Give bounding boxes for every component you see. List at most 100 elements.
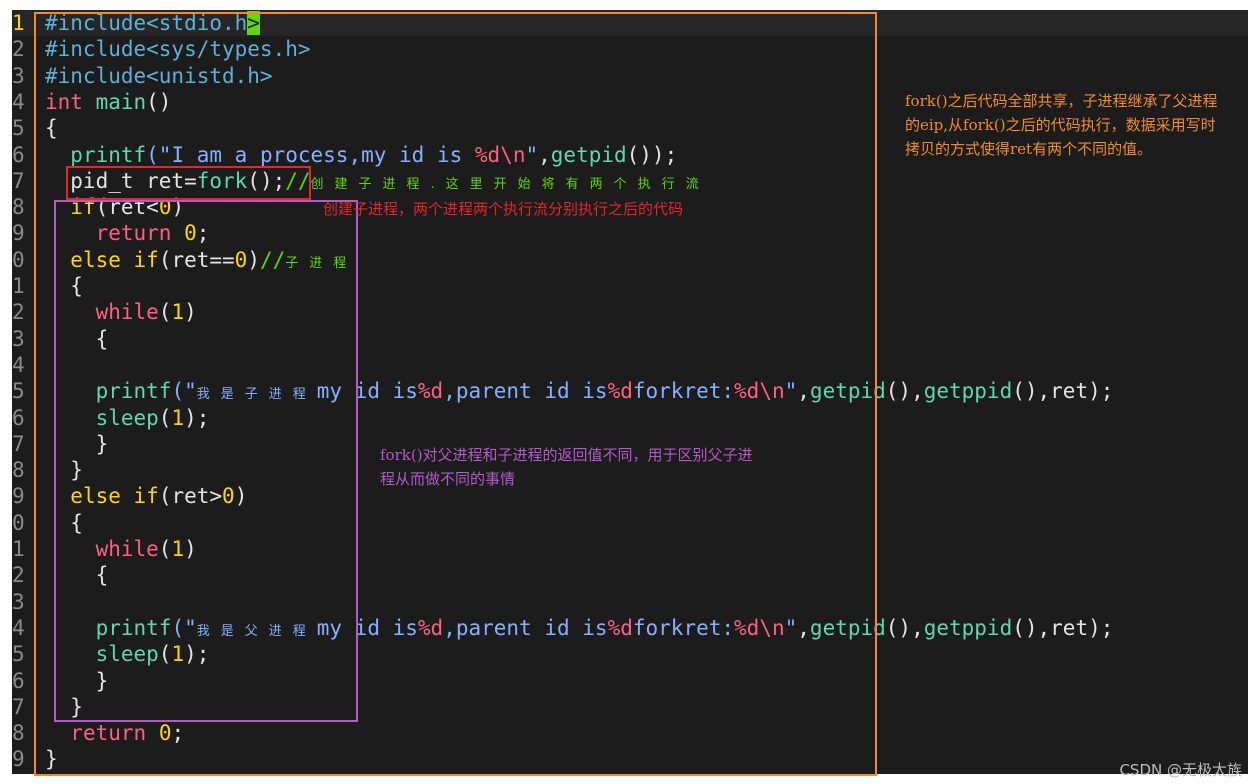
code-line[interactable]: return 0;	[45, 220, 210, 246]
line-number: 5	[12, 642, 25, 667]
line-number: 7	[12, 168, 25, 193]
code-token: 我是子进程	[196, 387, 317, 403]
code-token: #include<unistd.h>	[45, 63, 273, 88]
code-token: %d	[417, 615, 444, 640]
line-number: 2	[12, 563, 25, 588]
code-line[interactable]: printf("我是父进程my id is%d,parent id is%dfo…	[45, 615, 1114, 641]
code-token: )	[184, 537, 197, 561]
code-token: 1	[171, 405, 185, 430]
code-line[interactable]: #include<unistd.h>	[45, 63, 273, 89]
code-token: 子进程	[285, 255, 358, 271]
code-token: ,parent id is	[443, 615, 608, 640]
code-token: forkret:	[632, 379, 735, 404]
code-token: {	[45, 274, 83, 298]
code-token: (),ret);	[1012, 379, 1114, 404]
line-number: 6	[12, 668, 25, 693]
code-token: 0	[158, 195, 172, 220]
line-number: 1	[12, 11, 25, 35]
code-token: printf	[95, 379, 172, 404]
code-token: %d	[607, 379, 633, 404]
code-token: %d\n	[734, 379, 785, 404]
code-token: "	[525, 142, 539, 167]
line-number: 6	[12, 142, 25, 167]
code-line[interactable]: }	[45, 668, 109, 694]
code-line[interactable]: #include<stdio.h>	[45, 10, 260, 36]
code-line[interactable]: {	[45, 510, 83, 536]
code-line[interactable]: sleep(1);	[45, 641, 210, 667]
code-token: forkret:	[632, 615, 735, 640]
code-line[interactable]: {	[45, 115, 58, 141]
code-token: #include<sys/types.h>	[45, 37, 311, 62]
code-line[interactable]: sleep(1);	[45, 405, 210, 431]
code-line[interactable]: }	[45, 457, 83, 483]
text-cursor: >	[247, 11, 260, 35]
line-number: 2	[12, 37, 25, 62]
code-token: ("I am a process,my id is	[146, 142, 475, 167]
code-line[interactable]: {	[45, 273, 83, 299]
code-token: else if	[70, 484, 159, 509]
code-token: return	[95, 221, 185, 246]
code-token: ());	[626, 142, 678, 167]
code-token: my id is	[316, 379, 418, 404]
code-token: {	[45, 116, 58, 141]
code-line[interactable]: pid_t ret=fork();//创建子进程.这里开始将有两个执行流	[45, 168, 710, 194]
code-line[interactable]: printf("我是子进程my id is%d,parent id is%dfo…	[45, 378, 1114, 404]
code-token: printf	[95, 615, 172, 640]
line-number: 1	[12, 537, 25, 561]
code-line[interactable]: }	[45, 431, 109, 457]
code-line[interactable]: while(1)	[45, 299, 197, 325]
code-token: );	[184, 405, 210, 430]
code-line[interactable]: }	[45, 746, 58, 772]
code-token: (	[158, 642, 172, 667]
code-token: 1	[171, 300, 185, 325]
code-token: 0	[222, 484, 235, 509]
code-token: //	[259, 247, 286, 272]
code-token: 我是父进程	[196, 623, 317, 639]
code-line[interactable]: int main()	[45, 89, 171, 115]
line-number: 3	[12, 326, 25, 351]
code-token: ,parent id is	[443, 379, 608, 404]
code-token: );	[184, 642, 210, 667]
code-token: while	[95, 300, 159, 325]
code-line[interactable]: #include<sys/types.h>	[45, 36, 311, 62]
code-line[interactable]: while(1)	[45, 536, 197, 562]
code-line[interactable]: }	[45, 694, 83, 720]
line-number: 3	[12, 63, 25, 88]
code-token: getpid	[550, 142, 627, 167]
code-token: )	[234, 484, 248, 509]
line-number: 4	[12, 352, 25, 377]
code-line[interactable]: {	[45, 326, 109, 352]
code-token: (ret>	[158, 484, 223, 509]
code-token: if	[70, 195, 96, 220]
line-number: 9	[12, 747, 25, 772]
line-number: 5	[12, 379, 25, 404]
code-token: "	[784, 379, 798, 404]
code-token: %d	[607, 615, 633, 640]
code-line[interactable]: else if(ret>0)	[45, 483, 247, 509]
code-token: ,	[538, 142, 551, 167]
code-line[interactable]: if(ret<0)	[45, 194, 184, 220]
code-token: "	[784, 615, 798, 640]
code-token: }	[45, 431, 109, 456]
code-token: int	[45, 89, 96, 114]
line-number: 8	[12, 721, 25, 746]
code-line[interactable]: printf("I am a process,my id is %d\n",ge…	[45, 142, 677, 168]
code-line[interactable]: else if(ret==0)//子进程	[45, 247, 357, 273]
code-line[interactable]: return 0;	[45, 720, 184, 746]
line-number: 5	[12, 116, 25, 141]
code-token: (	[158, 537, 172, 561]
code-token: 1	[171, 537, 185, 561]
code-line[interactable]: {	[45, 562, 109, 588]
code-token: sleep	[95, 405, 159, 430]
code-token: }	[45, 668, 109, 693]
code-token: (	[158, 300, 172, 325]
code-token: %d\n	[734, 615, 785, 640]
code-token: {	[45, 563, 109, 588]
